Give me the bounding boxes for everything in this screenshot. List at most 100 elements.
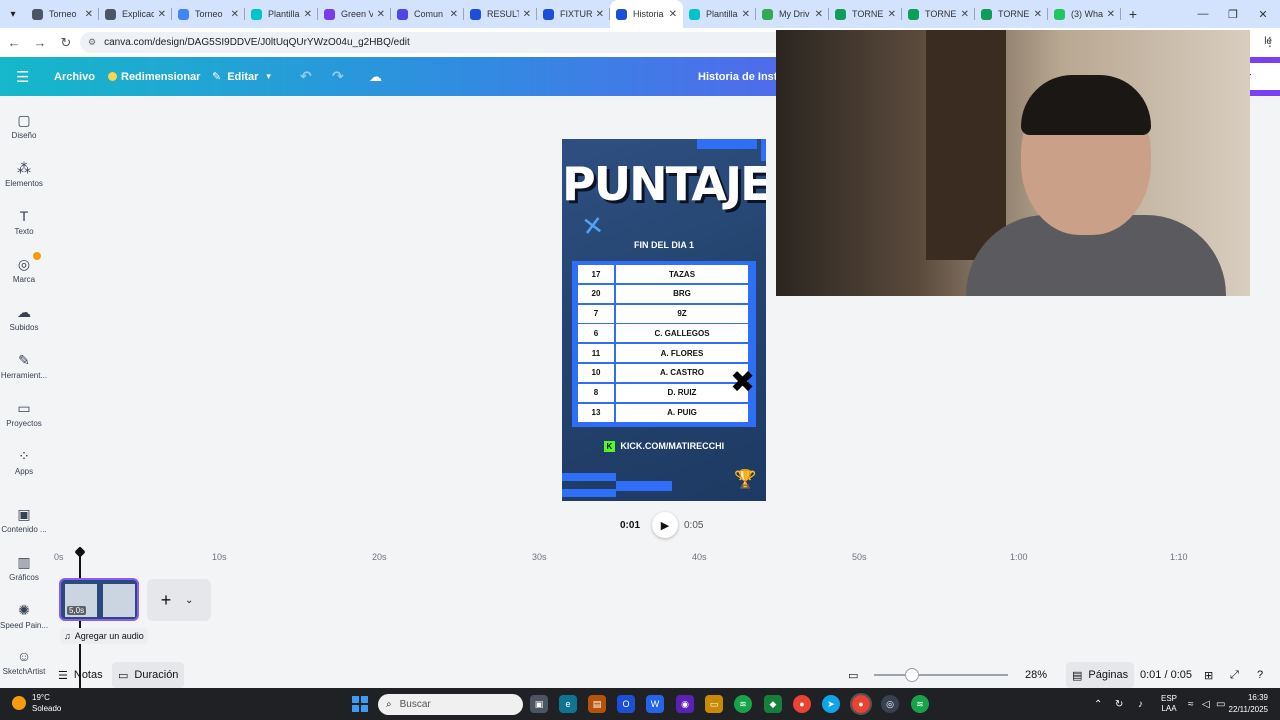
tab-close-icon[interactable]: ✕ — [158, 9, 166, 20]
grid-view-icon[interactable]: ⊞ — [1204, 662, 1213, 688]
language-indicator[interactable]: ESP LAA — [1161, 688, 1177, 720]
kick-url[interactable]: K KICK.COM/MATIRECCHI — [562, 441, 766, 453]
timeline-ruler[interactable]: 0s 10s 20s 30s 40s 50s 1:00 1:10 — [48, 552, 1280, 566]
tab-close-icon[interactable]: ✕ — [377, 9, 385, 20]
sidebar-item[interactable]: ▣ Contenido ... — [0, 504, 48, 534]
sidebar-item[interactable]: ⁘ Apps — [0, 446, 48, 476]
zoom-slider-handle[interactable] — [905, 668, 919, 682]
tray-sync-icon[interactable]: ↻ — [1115, 688, 1123, 720]
plus-icon[interactable]: + — [147, 590, 185, 611]
tab-close-icon[interactable]: ✕ — [304, 9, 312, 20]
browser-tab[interactable]: My Driv ✕ — [756, 0, 829, 28]
nvidia-icon[interactable]: ◆ — [764, 695, 782, 713]
task-view-icon[interactable]: ▣ — [530, 695, 548, 713]
site-info-icon[interactable]: ⚙ — [88, 37, 96, 48]
table-row[interactable]: 7 9Z — [578, 304, 748, 323]
wifi-icon[interactable]: ≈ — [1188, 688, 1194, 720]
tab-close-icon[interactable]: ✕ — [450, 9, 458, 20]
sidebar-item[interactable]: ✎ Herramient... — [0, 350, 48, 380]
restore-icon[interactable]: ❐ — [1218, 0, 1248, 28]
help-icon[interactable]: ? — [1257, 662, 1263, 688]
telegram-icon[interactable]: ➤ — [822, 695, 840, 713]
browser-tab[interactable]: TORNE ✕ — [902, 0, 975, 28]
table-row[interactable]: 11 A. FLORES — [578, 344, 748, 363]
sidebar-item[interactable]: ☁ Subidos — [0, 302, 48, 332]
timeline-clip[interactable]: 5,0s — [59, 578, 139, 621]
tab-search-icon[interactable]: ▾ — [0, 0, 26, 28]
zoom-level[interactable]: 28% — [1025, 662, 1047, 688]
tab-close-icon[interactable]: ✕ — [1034, 9, 1042, 20]
sidebar-item[interactable]: ▢ Diseño — [0, 110, 48, 140]
browser-tab[interactable]: Plantilla ✕ — [245, 0, 318, 28]
close-window-icon[interactable]: ✕ — [1248, 0, 1278, 28]
taskbar-search[interactable]: ⌕ Buscar — [378, 694, 523, 715]
edit-menu-button[interactable]: ✎ Editar ▾ — [212, 57, 271, 96]
spotify-icon[interactable]: ≋ — [734, 695, 752, 713]
browser-tab[interactable]: FIXTUR ✕ — [537, 0, 610, 28]
poster-subtitle[interactable]: FIN DEL DIA 1 — [562, 240, 766, 250]
table-row[interactable]: 13 A. PUIG — [578, 403, 748, 422]
tab-close-icon[interactable]: ✕ — [596, 9, 604, 20]
browser-tab[interactable]: Torneo ✕ — [26, 0, 99, 28]
sidebar-item[interactable]: ⁂ Elementos — [0, 158, 48, 188]
fullscreen-icon[interactable]: ⤢ — [1230, 662, 1239, 688]
spotify-2-icon[interactable]: ≋ — [911, 695, 929, 713]
scores-table[interactable]: 17 TAZAS 20 BRG 7 9Z 6 C. GALLEGOS 11 A. FLORES 10… — [572, 261, 756, 427]
discord-icon[interactable]: ◉ — [676, 695, 694, 713]
sidebar-item[interactable]: ✺ Speed Pain... — [0, 600, 48, 630]
browser-tab[interactable]: RESULT ✕ — [464, 0, 537, 28]
zoom-slider[interactable] — [874, 674, 1008, 676]
duration-button[interactable]: ▭ Duración — [112, 662, 185, 688]
tab-close-icon[interactable]: ✕ — [815, 9, 823, 20]
reload-icon[interactable]: ↻ — [54, 31, 78, 55]
sidebar-item[interactable]: T Texto — [0, 206, 48, 236]
redo-icon[interactable]: ↷ — [332, 57, 344, 96]
browser-tab[interactable]: Historia ✕ — [610, 0, 683, 28]
sidebar-item[interactable]: ◎ Marca — [0, 252, 48, 284]
file-menu-button[interactable]: Archivo — [54, 57, 95, 96]
tab-close-icon[interactable]: ✕ — [85, 9, 93, 20]
sidebar-item[interactable]: ▥ Gráficos — [0, 552, 48, 582]
file-explorer-icon[interactable]: ▭ — [705, 695, 723, 713]
minimize-icon[interactable]: — — [1188, 0, 1218, 28]
store-icon[interactable]: ▤ — [588, 695, 606, 713]
browser-tab[interactable]: Explicac ✕ — [99, 0, 172, 28]
pages-button[interactable]: ▤ Páginas — [1066, 662, 1135, 688]
sidebar-item[interactable]: ☺ SketchArtist — [0, 646, 48, 676]
fit-view-icon[interactable]: ▭ — [848, 662, 858, 688]
tab-close-icon[interactable]: ✕ — [523, 9, 531, 20]
browser-tab[interactable]: Plantilla ✕ — [683, 0, 756, 28]
browser-tab[interactable]: (3) Wha ✕ — [1048, 0, 1121, 28]
resize-button[interactable]: Redimensionar — [108, 57, 200, 96]
browser-tab[interactable]: TORNE ✕ — [829, 0, 902, 28]
menu-icon[interactable]: ☰ — [16, 57, 29, 96]
table-row[interactable]: 8 D. RUIZ — [578, 383, 748, 402]
volume-icon[interactable]: ◁ — [1202, 688, 1210, 720]
browser-tab[interactable]: Green V ✕ — [318, 0, 391, 28]
weather-widget[interactable]: 19°C Soleado — [12, 692, 61, 714]
browser-tab[interactable]: TORNE ✕ — [975, 0, 1048, 28]
table-row[interactable]: 10 A. CASTRO — [578, 363, 748, 382]
chevron-down-icon[interactable]: ⌄ — [185, 595, 193, 606]
play-button[interactable]: ▶ — [652, 512, 678, 538]
table-row[interactable]: 17 TAZAS — [578, 265, 748, 283]
tab-close-icon[interactable]: ✕ — [669, 9, 677, 20]
tab-close-icon[interactable]: ✕ — [1107, 9, 1115, 20]
sidebar-item[interactable]: ▭ Proyectos — [0, 398, 48, 428]
new-tab-button[interactable]: + — [1121, 6, 1145, 22]
undo-icon[interactable]: ↶ — [300, 57, 312, 96]
forward-icon[interactable]: → — [28, 31, 52, 55]
tab-close-icon[interactable]: ✕ — [742, 9, 750, 20]
add-page-button[interactable]: + ⌄ — [147, 579, 211, 621]
table-row[interactable]: 20 BRG — [578, 284, 748, 303]
outlook-icon[interactable]: O — [617, 695, 635, 713]
browser-tab[interactable]: Torneo ✕ — [172, 0, 245, 28]
word-icon[interactable]: W — [646, 695, 664, 713]
back-icon[interactable]: ← — [2, 31, 26, 55]
edge-icon[interactable]: e — [559, 695, 577, 713]
notes-button[interactable]: ☰ Notas — [58, 662, 103, 688]
battery-icon[interactable]: ▭ — [1216, 688, 1225, 720]
design-page[interactable]: PUNTAJE ✕ FIN DEL DIA 1 17 TAZAS 20 BRG 7 9Z 6… — [562, 139, 766, 501]
system-clock[interactable]: 16:39 22/11/2025 — [1229, 692, 1268, 716]
add-audio-button[interactable]: ♫ Agregar un audio — [60, 628, 148, 644]
